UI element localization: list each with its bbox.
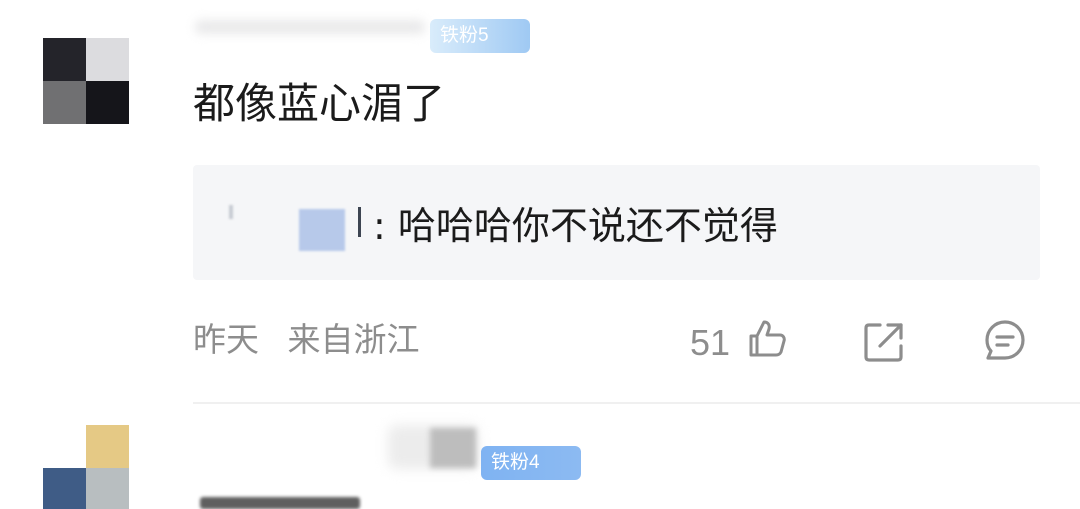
comment-time: 昨天 [193, 320, 259, 359]
username-redacted[interactable] [195, 20, 425, 34]
reply-username-redacted [229, 205, 233, 219]
comment-text: 都像蓝心湄了 [193, 79, 446, 128]
avatar-pixel [43, 468, 86, 509]
comment-bubble-icon[interactable] [983, 318, 1027, 362]
like-count: 51 [690, 322, 731, 363]
reply-username-redacted [299, 209, 345, 251]
reply-content: 哈哈哈你不说还不觉得 [397, 204, 778, 248]
reply-preview[interactable]: : 哈哈哈你不说还不觉得 [193, 165, 1040, 280]
share-icon[interactable] [862, 320, 906, 364]
comment-meta: 昨天 来自浙江 [193, 318, 438, 362]
comment-location: 来自浙江 [287, 320, 420, 359]
comment-divider [193, 402, 1080, 404]
reply-text: : 哈哈哈你不说还不觉得 [373, 201, 778, 251]
reply-separator: : [373, 204, 386, 248]
avatar-pixel [86, 425, 129, 468]
fan-level-badge: 铁粉5 [430, 19, 530, 53]
avatar-pixel [86, 81, 129, 124]
avatar-pixel [43, 38, 86, 81]
comment-page: 铁粉5 都像蓝心湄了 : 哈哈哈你不说还不觉得 昨天 来自浙江 51 铁粉4 [0, 0, 1080, 509]
username-redacted [430, 428, 476, 468]
avatar-pixel [43, 81, 86, 124]
thumbs-up-icon[interactable] [745, 317, 789, 361]
reply-username-redacted [358, 207, 361, 237]
avatar-pixel [86, 38, 129, 81]
avatar-pixel [86, 468, 129, 509]
fan-level-badge: 铁粉4 [481, 446, 581, 480]
comment-text-cut-off [200, 497, 360, 509]
avatar[interactable] [43, 425, 129, 509]
avatar[interactable] [43, 38, 129, 124]
